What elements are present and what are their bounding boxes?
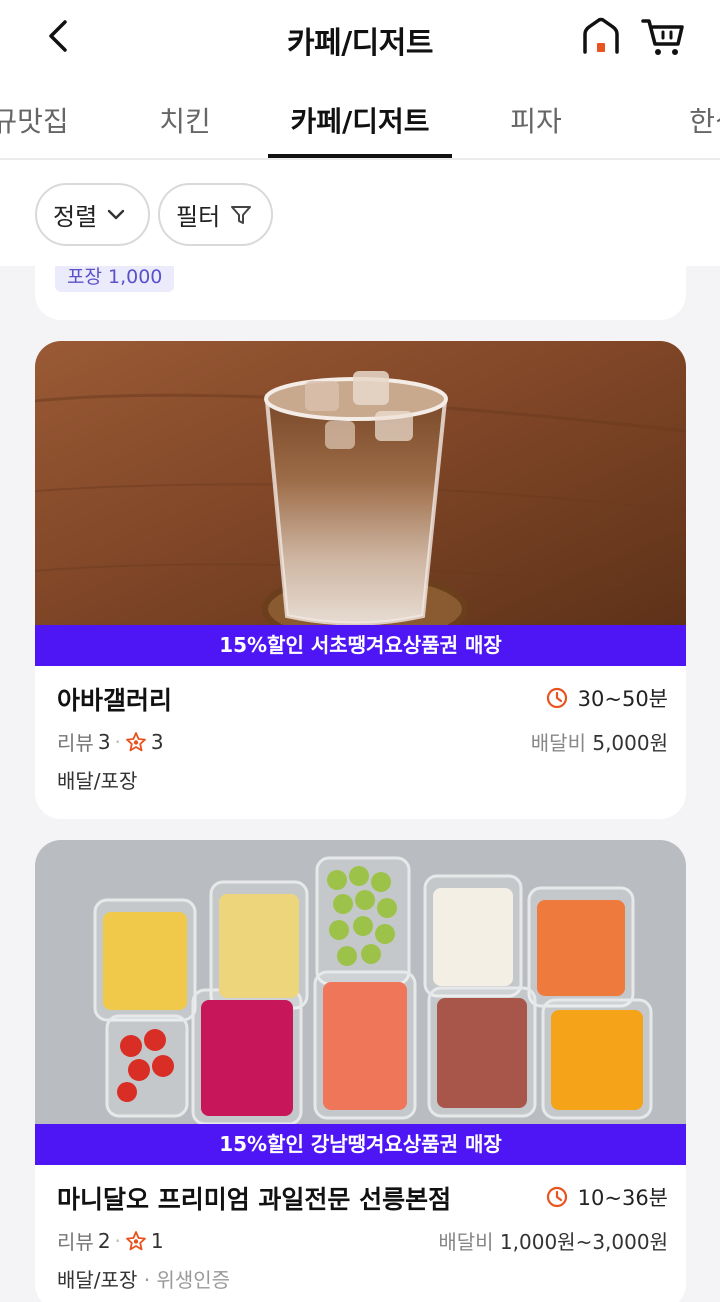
tab-korean[interactable]: 한식 [689,100,720,140]
review-label: 리뷰 [57,1230,94,1254]
delivery-time: 10~36분 [546,1182,668,1212]
home-button[interactable] [580,16,622,58]
chevron-down-icon [107,209,125,219]
review-meta: 리뷰 2 · 1 [57,1226,164,1255]
separator-dot: · [114,729,121,754]
service-type: 배달/포장 [57,769,138,793]
service-type-label: 배달/포장 [57,1268,138,1292]
promo-banner: 15%할인 서초땡겨요상품권 매장 [35,625,686,666]
delivery-fee-value: 5,000원 [592,731,668,755]
delivery-fee-label: 배달비 [530,731,586,755]
cart-button[interactable] [640,16,686,58]
delivery-fee: 배달비 5,000원 [531,727,668,756]
tab-category[interactable]: 규맛집 [0,100,69,140]
delivery-fee: 배달비 1,000원~3,000원 [438,1226,668,1255]
store-name: 아바갤러리 [57,686,173,715]
star-badge-icon [126,1230,146,1250]
delivery-fee-label: 배달비 [438,1230,494,1254]
store-photo-iced-latte [35,341,686,625]
review-count: 3 [97,729,111,754]
top-bar: 카페/디저트 [0,0,720,78]
store-card[interactable]: 15%할인 서초땡겨요상품권 매장 아바갤러리 30~50분 리뷰 3 · 3 … [35,341,686,819]
review-count: 2 [97,1228,111,1253]
category-tabs: 규맛집 치킨 카페/디저트 피자 한식 [0,78,720,160]
rating-count: 1 [150,1228,164,1253]
rating-count: 3 [150,729,164,754]
tab-chicken[interactable]: 치킨 [159,100,211,140]
sort-button[interactable]: 정렬 [35,183,150,246]
promo-banner: 15%할인 강남땡겨요상품권 매장 [35,1124,686,1165]
sort-label: 정렬 [53,203,98,231]
filter-label: 필터 [176,203,221,231]
clock-icon [546,687,567,709]
delivery-fee-value: 1,000원~3,000원 [499,1230,668,1254]
clock-icon [546,1186,567,1208]
filter-button[interactable]: 필터 [158,183,273,246]
service-type: 배달/포장 · 위생인증 [57,1264,230,1293]
tab-cafe-dessert[interactable]: 카페/디저트 [290,100,429,140]
funnel-icon [231,205,252,224]
tab-pizza[interactable]: 피자 [510,100,562,140]
delivery-time-value: 30~50분 [577,687,668,711]
delivery-time: 30~50분 [546,683,668,713]
store-photo-fruit-trays [35,840,686,1124]
separator-dot: · [114,1228,121,1253]
home-icon [583,17,619,54]
store-card[interactable]: 15%할인 강남땡겨요상품권 매장 마니달오 프리미엄 과일전문 선릉본점 10… [35,840,686,1302]
hygiene-certified-label: · 위생인증 [143,1268,231,1292]
delivery-time-value: 10~36분 [577,1186,668,1210]
filter-bar: 정렬 필터 [0,160,720,266]
review-label: 리뷰 [57,731,94,755]
tab-active-indicator [268,154,452,158]
cart-icon [641,19,684,55]
review-meta: 리뷰 3 · 3 [57,727,164,756]
store-name: 마니달오 프리미엄 과일전문 선릉본점 [57,1185,452,1214]
star-badge-icon [126,731,146,751]
